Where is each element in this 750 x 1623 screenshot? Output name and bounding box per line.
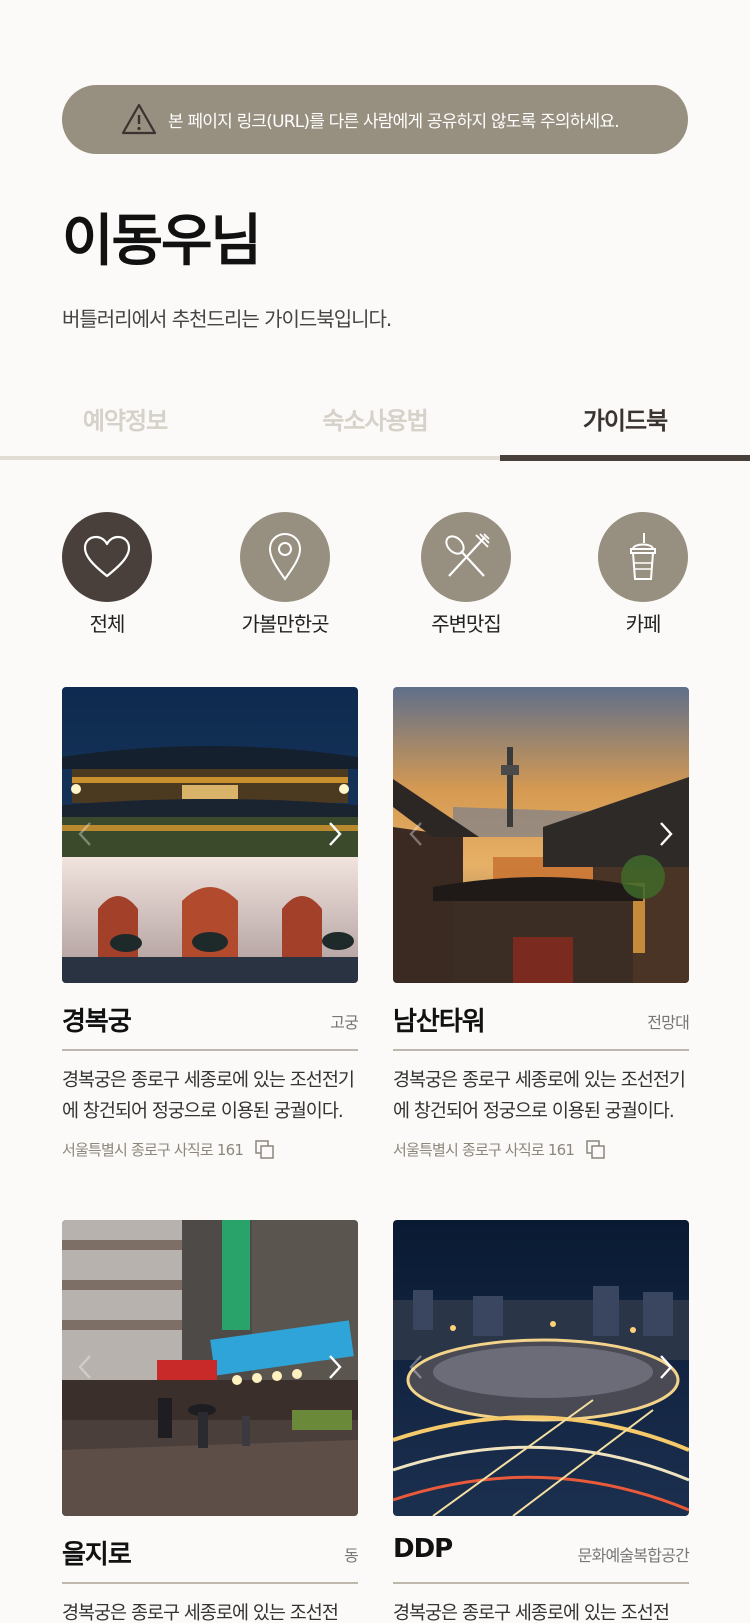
tab-active-indicator — [500, 455, 750, 461]
cup-icon — [630, 533, 656, 580]
place-description: 경복궁은 종로구 세종로에 있는 조선전 — [393, 1603, 670, 1623]
place-card[interactable]: 경복궁 고궁 경복궁은 종로구 세종로에 있는 조선전기에 창건되어 정궁으로 … — [62, 687, 359, 1160]
category-all[interactable]: 전체 — [37, 512, 177, 637]
category-filter: 전체 가볼만한곳 주변맛집 카페 — [0, 512, 750, 636]
place-description: 경복궁은 종로구 세종로에 있는 조선전기에 창건되어 정궁으로 이용된 궁궐이… — [62, 1070, 355, 1122]
category-restaurants[interactable]: 주변맛집 — [396, 512, 536, 637]
notice-text: 본 페이지 링크(URL)를 다른 사람에게 공유하지 않도록 주의하세요. — [168, 112, 620, 132]
category-attractions[interactable]: 가볼만한곳 — [215, 512, 355, 637]
carousel-prev-icon[interactable] — [405, 1352, 429, 1382]
page-title: 이동우님 — [62, 209, 262, 274]
map-pin-icon — [268, 532, 302, 581]
place-card[interactable]: DDP 문화예술복합공간 경복궁은 종로구 세종로에 있는 조선전 — [393, 1220, 690, 1623]
place-name: 을지로 — [62, 1540, 132, 1570]
place-name: 남산타워 — [393, 1007, 486, 1037]
tab-guidebook[interactable]: 가이드북 — [500, 400, 750, 450]
place-name: DDP — [393, 1534, 453, 1564]
copy-icon[interactable] — [255, 1139, 275, 1160]
place-header: 경복궁 고궁 — [62, 1001, 359, 1051]
category-attractions-label: 가볼만한곳 — [241, 612, 330, 636]
place-category: 고궁 — [330, 1013, 359, 1032]
category-attractions-circle — [240, 512, 330, 602]
category-cafe-label: 카페 — [625, 612, 662, 636]
place-header: 을지로 동 — [62, 1534, 359, 1584]
carousel-next-icon[interactable] — [653, 819, 677, 849]
place-header: 남산타워 전망대 — [393, 1001, 690, 1051]
place-category: 문화예술복합공간 — [577, 1546, 690, 1565]
category-all-circle — [62, 512, 152, 602]
privacy-notice-banner: 본 페이지 링크(URL)를 다른 사람에게 공유하지 않도록 주의하세요. — [62, 85, 688, 154]
place-address: 서울특별시 종로구 사직로 161 — [62, 1141, 244, 1159]
place-photo-carousel[interactable] — [62, 1220, 358, 1516]
category-all-label: 전체 — [89, 612, 126, 636]
tab-accommodation-guide[interactable]: 숙소사용법 — [250, 400, 500, 450]
carousel-next-icon[interactable] — [653, 1352, 677, 1382]
carousel-next-icon[interactable] — [322, 1352, 346, 1382]
category-cafe-circle — [598, 512, 688, 602]
namsan-tower-photo — [393, 687, 689, 983]
warning-icon — [121, 103, 157, 135]
place-photo-carousel[interactable] — [393, 687, 689, 983]
place-name: 경복궁 — [62, 1007, 132, 1037]
place-category: 전망대 — [647, 1013, 690, 1032]
fork-spoon-icon — [445, 533, 490, 577]
tab-bar: 예약정보 숙소사용법 가이드북 — [0, 400, 750, 462]
category-cafe[interactable]: 카페 — [573, 512, 713, 637]
place-photo-carousel[interactable] — [393, 1220, 689, 1516]
copy-icon[interactable] — [586, 1139, 606, 1160]
place-card[interactable]: 을지로 동 경복궁은 종로구 세종로에 있는 조선전 — [62, 1220, 359, 1623]
heart-icon — [83, 535, 131, 578]
category-restaurants-label: 주변맛집 — [431, 612, 502, 636]
carousel-prev-icon[interactable] — [74, 1352, 98, 1382]
place-description: 경복궁은 종로구 세종로에 있는 조선전기에 창건되어 정궁으로 이용된 궁궐이… — [393, 1070, 686, 1122]
place-card[interactable]: 남산타워 전망대 경복궁은 종로구 세종로에 있는 조선전기에 창건되어 정궁으… — [393, 687, 690, 1160]
place-photo-carousel[interactable] — [62, 687, 358, 983]
place-description: 경복궁은 종로구 세종로에 있는 조선전 — [62, 1603, 339, 1623]
place-address-row: 서울특별시 종로구 사직로 161 — [62, 1139, 358, 1160]
place-category: 동 — [344, 1546, 359, 1565]
euljiro-street-photo — [62, 1220, 358, 1516]
carousel-prev-icon[interactable] — [405, 819, 429, 849]
ddp-night-photo — [393, 1220, 689, 1516]
place-address-row: 서울특별시 종로구 사직로 161 — [393, 1139, 689, 1160]
place-address: 서울특별시 종로구 사직로 161 — [393, 1141, 575, 1159]
page-subtitle: 버틀러리에서 추천드리는 가이드북입니다. — [62, 307, 392, 331]
carousel-prev-icon[interactable] — [74, 819, 98, 849]
palace-gate-photo — [62, 687, 358, 983]
category-restaurants-circle — [421, 512, 511, 602]
tab-reservation-info[interactable]: 예약정보 — [0, 400, 250, 450]
carousel-next-icon[interactable] — [322, 819, 346, 849]
place-header: DDP 문화예술복합공간 — [393, 1534, 690, 1584]
